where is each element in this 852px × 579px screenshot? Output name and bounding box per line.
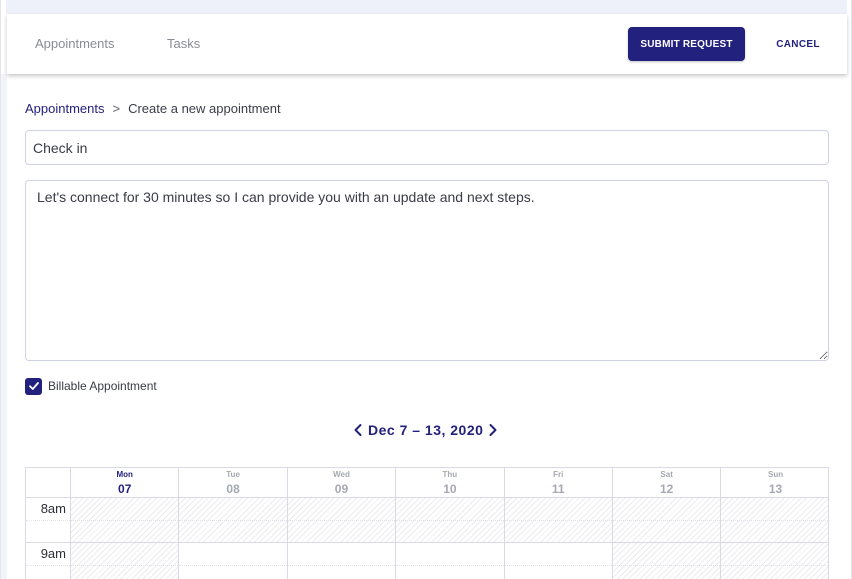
breadcrumb-separator: > — [112, 101, 121, 116]
breadcrumb-current: Create a new appointment — [128, 101, 281, 116]
day-name: Wed — [333, 470, 350, 479]
day-name: Tue — [226, 470, 240, 479]
day-name: Sat — [660, 470, 673, 479]
app-header: Appointments Tasks SUBMIT REQUEST CANCEL — [7, 14, 847, 74]
week-navigation: Dec 7 – 13, 2020 — [351, 421, 500, 439]
week-range-label: Dec 7 – 13, 2020 — [368, 422, 484, 438]
billable-appointment-row: Billable Appointment — [25, 377, 157, 395]
billable-checkbox[interactable] — [25, 377, 42, 395]
day-number: 09 — [334, 482, 349, 496]
appointment-description-textarea[interactable]: Let's connect for 30 minutes so I can pr… — [25, 180, 829, 361]
appointment-title-input[interactable] — [25, 130, 829, 165]
day-header-sun[interactable]: Sun 13 — [721, 468, 828, 497]
day-header-wed[interactable]: Wed 09 — [288, 468, 397, 497]
slot-cell-mon-8am[interactable] — [71, 498, 180, 542]
day-number: 11 — [551, 482, 565, 496]
calendar-day-header-row: Mon 07 Tue 08 Wed 09 Thu 10 Fri 11 Sat 1… — [26, 468, 828, 498]
chevron-left-icon[interactable] — [351, 421, 365, 439]
slot-cell-sat-8am[interactable] — [612, 498, 722, 542]
slot-cell-sat-9am[interactable] — [612, 543, 722, 579]
day-name: Fri — [553, 470, 564, 479]
day-name: Mon — [116, 470, 133, 479]
breadcrumb-appointments-link[interactable]: Appointments — [25, 101, 105, 116]
slot-cell-tue-9am[interactable] — [179, 543, 288, 579]
tab-appointments[interactable]: Appointments — [35, 36, 115, 51]
slot-cell-fri-8am[interactable] — [504, 498, 613, 542]
slot-cell-wed-9am[interactable] — [287, 543, 397, 579]
time-label: 8am — [40, 501, 66, 516]
slot-cell-mon-9am[interactable] — [71, 543, 180, 579]
slot-cell-thu-8am[interactable] — [396, 498, 505, 542]
day-number: 08 — [226, 482, 240, 496]
cancel-button[interactable]: CANCEL — [767, 27, 829, 61]
day-number: 13 — [768, 482, 783, 496]
day-header-tue[interactable]: Tue 08 — [179, 468, 288, 497]
check-icon — [28, 382, 39, 390]
day-number: 10 — [443, 482, 457, 496]
day-name: Sun — [767, 470, 784, 479]
slot-cell-tue-8am[interactable] — [179, 498, 288, 542]
slot-cell-sun-8am[interactable] — [721, 498, 828, 542]
day-name: Thu — [442, 470, 458, 479]
day-header-sat[interactable]: Sat 12 — [613, 468, 722, 497]
day-header-thu[interactable]: Thu 10 — [396, 468, 505, 497]
slot-cell-wed-8am[interactable] — [287, 498, 397, 542]
day-number: 12 — [659, 482, 674, 496]
week-calendar: Mon 07 Tue 08 Wed 09 Thu 10 Fri 11 Sat 1… — [25, 467, 829, 579]
time-label: 9am — [40, 546, 66, 561]
day-number: 07 — [118, 482, 132, 496]
slot-cell-thu-9am[interactable] — [396, 543, 505, 579]
billable-label: Billable Appointment — [48, 379, 157, 393]
time-gutter-header — [26, 468, 71, 497]
time-gutter: 8am — [26, 498, 71, 542]
time-slot-row-9am: 9am — [26, 543, 828, 579]
breadcrumb: Appointments > Create a new appointment — [25, 101, 281, 116]
submit-request-button[interactable]: SUBMIT REQUEST — [628, 27, 745, 61]
day-header-fri[interactable]: Fri 11 — [505, 468, 613, 497]
left-shade — [1, 74, 7, 579]
time-gutter: 9am — [26, 543, 71, 579]
time-slot-row-8am: 8am — [26, 498, 828, 543]
slot-cell-sun-9am[interactable] — [721, 543, 828, 579]
tab-tasks[interactable]: Tasks — [167, 36, 200, 51]
chevron-right-icon[interactable] — [486, 421, 500, 439]
top-strip — [6, 0, 847, 14]
slot-cell-fri-9am[interactable] — [504, 543, 613, 579]
day-header-mon[interactable]: Mon 07 — [71, 468, 180, 497]
